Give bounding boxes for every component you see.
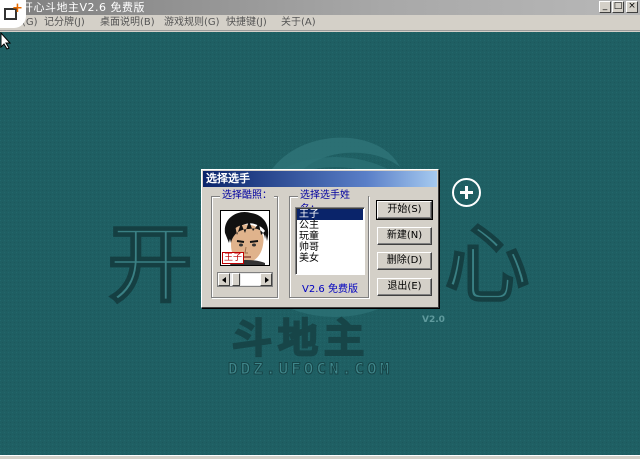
scroll-right-arrow-icon[interactable]	[260, 273, 272, 286]
mouse-pointer-icon	[0, 32, 12, 50]
menu-shortcuts[interactable]: 快捷键(J)	[226, 16, 267, 29]
window-title: 开心斗地主V2.6 免费版	[22, 1, 146, 14]
bg-text-left: 开	[108, 215, 192, 314]
player-listbox[interactable]: 王子 公主 玩童 帅哥 美女	[295, 207, 365, 275]
player-name-group: 选择选手姓名： 王子 公主 玩童 帅哥 美女 V2.6 免费版	[289, 189, 369, 298]
scroll-left-arrow-icon[interactable]	[218, 273, 230, 286]
bg-logo-text: 斗地主	[232, 316, 370, 362]
scroll-thumb[interactable]	[232, 273, 240, 286]
photo-scrollbar[interactable]	[217, 272, 273, 287]
add-cursor-icon	[452, 178, 481, 207]
app-window: 开心斗地主V2.6 免费版 _ □ × (G) 记分牌(J) 桌面说明(B) 游…	[0, 0, 640, 459]
exit-button[interactable]: 退出(E)	[377, 278, 432, 296]
version-label: V2.6 免费版	[302, 284, 358, 295]
menu-rules[interactable]: 游戏规则(G)	[164, 16, 220, 29]
list-item[interactable]: 帅哥	[297, 242, 363, 253]
dialog-title[interactable]: 选择选手	[203, 171, 437, 187]
list-item[interactable]: 王子	[297, 209, 363, 220]
menu-bar: (G) 记分牌(J) 桌面说明(B) 游戏规则(G) 快捷键(J) 关于(A)	[0, 15, 640, 31]
menu-table-help[interactable]: 桌面说明(B)	[100, 16, 155, 29]
maximize-button[interactable]: □	[612, 1, 624, 13]
close-button[interactable]: ×	[626, 1, 638, 13]
title-bar[interactable]: 开心斗地主V2.6 免费版 _ □ ×	[0, 0, 640, 15]
bg-url: DDZ.UFOCN.COM	[228, 359, 392, 378]
start-button[interactable]: 开始(S)	[376, 200, 433, 220]
list-item[interactable]: 玩童	[297, 231, 363, 242]
new-player-button[interactable]: 新建(N)	[377, 227, 432, 245]
list-item[interactable]: 美女	[297, 253, 363, 264]
select-player-dialog: 选择选手 选择酷照： 王子 选择选手姓 王子 公主 玩童 帅哥 美女 V2.6 …	[201, 169, 439, 308]
player-avatar: 王子	[220, 210, 270, 266]
list-item[interactable]: 公主	[297, 220, 363, 231]
photo-group-label: 选择酷照：	[220, 189, 274, 203]
status-bar	[0, 455, 640, 459]
bg-text-right: 心	[445, 215, 529, 314]
menu-about[interactable]: 关于(A)	[281, 16, 316, 29]
menu-scoreboard[interactable]: 记分牌(J)	[44, 16, 85, 29]
avatar-name-tag: 王子	[222, 252, 245, 264]
bg-logo-version: V2.0	[422, 315, 445, 325]
photo-group: 选择酷照： 王子	[211, 189, 278, 298]
minimize-button[interactable]: _	[599, 1, 611, 13]
app-logo-icon: +	[0, 0, 26, 28]
delete-player-button[interactable]: 删除(D)	[377, 252, 432, 270]
